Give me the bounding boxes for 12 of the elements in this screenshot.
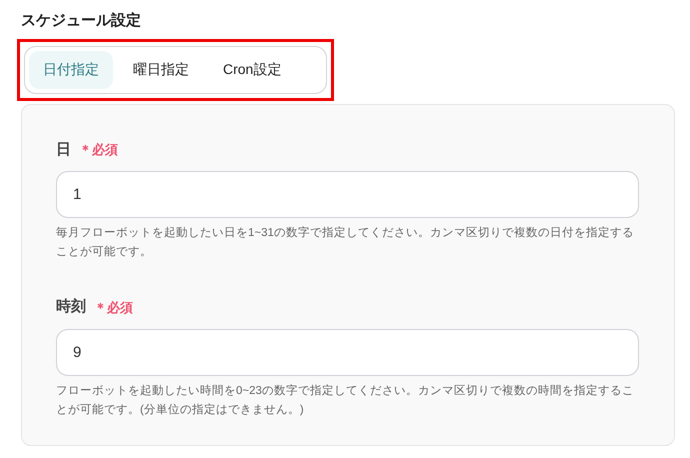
tab[interactable]: 曜日指定 — [119, 50, 203, 88]
tab[interactable]: 日付指定 — [29, 50, 113, 88]
field-label: 日 — [56, 140, 71, 160]
input-field[interactable]: 1 — [56, 171, 639, 218]
field-label: 時刻 — [56, 297, 86, 317]
section-title: スケジュール設定 — [20, 11, 142, 31]
help-text: フローボットを起動したい時間を0~23の数字で指定してください。カンマ区切りで複数の時間を指定することが可能です。(分単位の指定はできません。) — [56, 383, 635, 418]
tab[interactable]: Cron設定 — [209, 50, 296, 88]
required-mark: ＊必須 — [94, 298, 133, 316]
help-text: 毎月フローボットを起動したい日を1~31の数字で指定してください。カンマ区切りで複数の日付を指定することが可能です。 — [56, 225, 635, 260]
input-field[interactable]: 9 — [56, 328, 639, 376]
required-mark: ＊必須 — [79, 141, 118, 159]
